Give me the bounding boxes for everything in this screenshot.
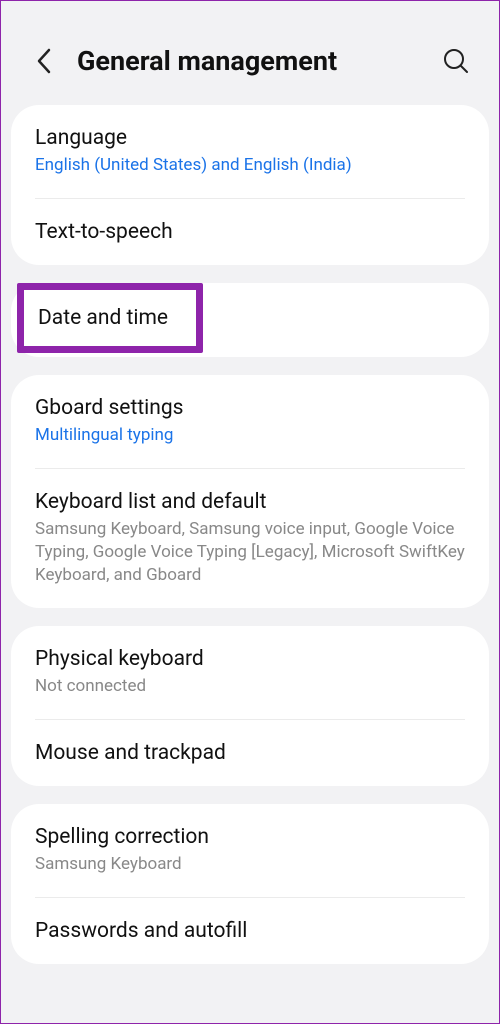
item-keyboard-list[interactable]: Keyboard list and default Samsung Keyboa…: [11, 469, 489, 608]
item-date-and-time[interactable]: Date and time: [38, 306, 168, 330]
item-text-to-speech[interactable]: Text-to-speech: [11, 199, 489, 265]
item-title: Passwords and autofill: [35, 919, 465, 943]
item-title: Physical keyboard: [35, 647, 465, 671]
item-subtitle: English (United States) and English (Ind…: [35, 154, 465, 177]
item-passwords-autofill[interactable]: Passwords and autofill: [11, 898, 489, 964]
settings-group-autofill: Spelling correction Samsung Keyboard Pas…: [11, 804, 489, 964]
item-title: Keyboard list and default: [35, 490, 465, 514]
highlight-annotation: Date and time: [17, 283, 203, 353]
item-title: Date and time: [38, 306, 168, 330]
item-title: Spelling correction: [35, 825, 465, 849]
item-title: Mouse and trackpad: [35, 741, 465, 765]
page-title: General management: [77, 45, 441, 77]
item-subtitle: Not connected: [35, 675, 465, 698]
item-gboard-settings[interactable]: Gboard settings Multilingual typing: [11, 375, 489, 468]
settings-group-datetime: Date and time: [11, 283, 489, 357]
settings-group-physical: Physical keyboard Not connected Mouse an…: [11, 626, 489, 786]
item-mouse-trackpad[interactable]: Mouse and trackpad: [11, 720, 489, 786]
item-subtitle: Samsung Keyboard, Samsung voice input, G…: [35, 518, 465, 587]
item-physical-keyboard[interactable]: Physical keyboard Not connected: [11, 626, 489, 719]
item-language[interactable]: Language English (United States) and Eng…: [11, 105, 489, 198]
settings-group-keyboard: Gboard settings Multilingual typing Keyb…: [11, 375, 489, 608]
item-title: Language: [35, 126, 465, 150]
settings-group-language: Language English (United States) and Eng…: [11, 105, 489, 265]
item-title: Gboard settings: [35, 396, 465, 420]
header: General management: [1, 1, 499, 105]
item-spelling-correction[interactable]: Spelling correction Samsung Keyboard: [11, 804, 489, 897]
search-icon[interactable]: [441, 46, 471, 76]
item-title: Text-to-speech: [35, 220, 465, 244]
item-subtitle: Multilingual typing: [35, 424, 465, 447]
back-icon[interactable]: [29, 46, 59, 76]
item-subtitle: Samsung Keyboard: [35, 853, 465, 876]
